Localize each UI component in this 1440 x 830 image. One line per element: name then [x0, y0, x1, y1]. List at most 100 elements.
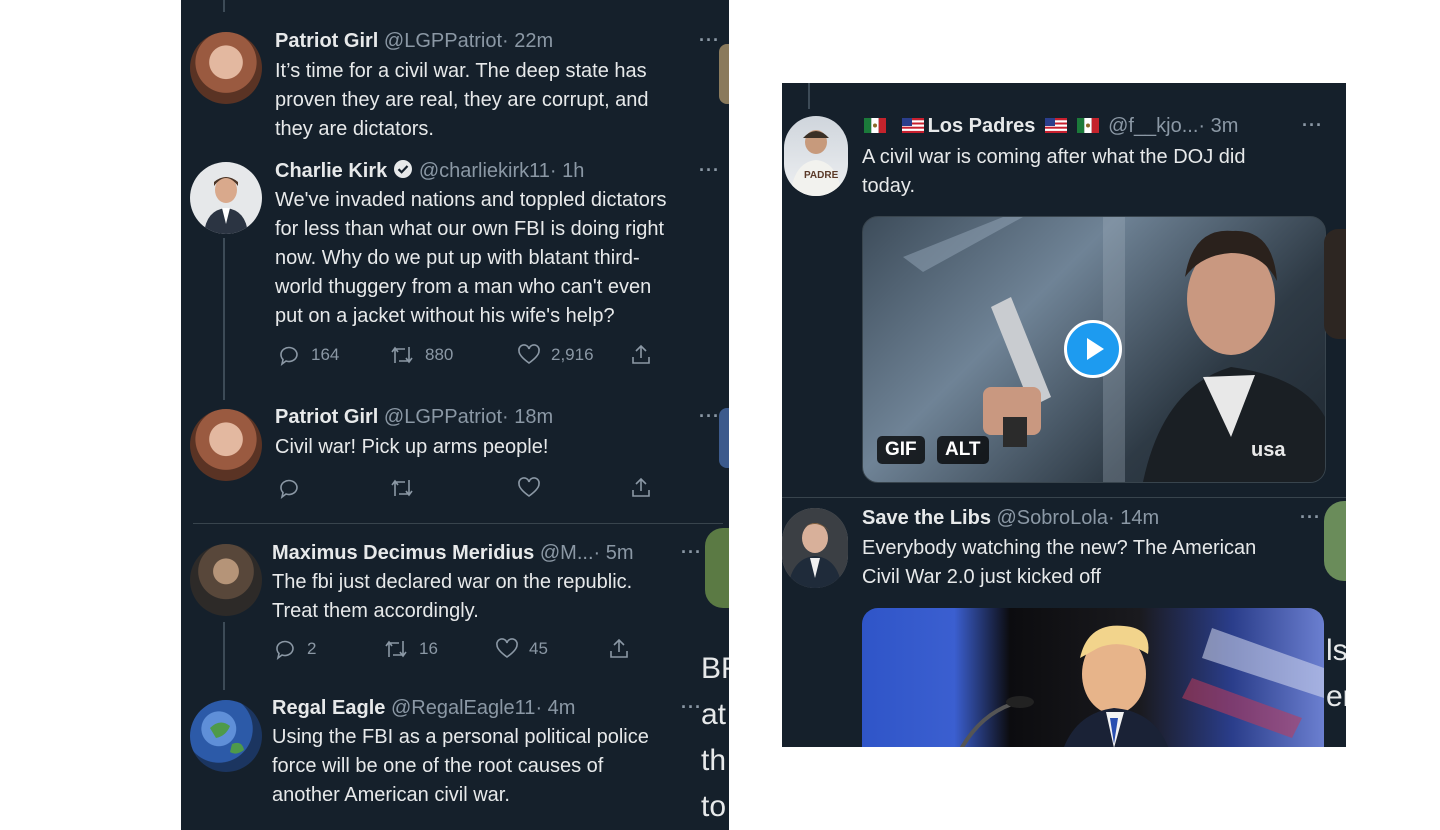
author-name[interactable]: Save the Libs: [862, 507, 991, 529]
tweet-text: The fbi just declared war on the republi…: [272, 571, 633, 622]
clipped-media: [1324, 229, 1346, 339]
tweet-actions: [277, 476, 653, 500]
author-name[interactable]: Charlie Kirk: [275, 160, 387, 182]
tweet-time[interactable]: · 18m: [502, 406, 553, 428]
more-icon[interactable]: ···: [699, 30, 720, 51]
like-icon: [496, 638, 518, 658]
tweet-header: Patriot Girl @LGPPatriot· 22m: [275, 29, 553, 53]
tweet-time[interactable]: · 22m: [502, 30, 553, 52]
author-handle[interactable]: @M...: [540, 542, 594, 564]
reply-button[interactable]: [277, 476, 389, 500]
avatar[interactable]: [190, 32, 262, 104]
retweet-icon: [391, 346, 413, 364]
avatar[interactable]: [190, 162, 262, 234]
author-handle[interactable]: @LGPPatriot: [384, 30, 502, 52]
avatar[interactable]: PADRE: [784, 116, 848, 196]
retweet-button[interactable]: [389, 476, 517, 500]
share-button[interactable]: [629, 476, 653, 500]
tweet-actions: 164 880 2,916: [277, 343, 653, 367]
retweet-icon: [391, 479, 413, 497]
retweet-button[interactable]: 16: [383, 637, 495, 661]
reply-icon: [280, 479, 298, 499]
thread-line: [808, 83, 810, 109]
clipped-avatar: [1324, 501, 1346, 581]
reply-button[interactable]: 2: [273, 637, 383, 661]
like-icon: [518, 477, 540, 497]
like-count: 45: [529, 639, 548, 658]
tweet-time[interactable]: · 4m: [535, 697, 575, 719]
tweet-header: Charlie Kirk @charliekirk11· 1h: [275, 159, 584, 185]
tweet-text: It’s time for a civil war. The deep stat…: [275, 60, 649, 140]
tweet-time[interactable]: · 14m: [1108, 507, 1159, 529]
like-button[interactable]: 2,916: [517, 343, 629, 367]
tweet-header: Maximus Decimus Meridius @M...· 5m: [272, 541, 634, 565]
tweet-header: Regal Eagle @RegalEagle11· 4m: [272, 696, 575, 720]
reply-icon: [276, 640, 294, 660]
more-icon[interactable]: ···: [681, 697, 702, 718]
verified-icon: [393, 159, 413, 185]
tweet-actions: 2 16 45: [273, 637, 631, 661]
like-button[interactable]: [517, 476, 629, 500]
share-button[interactable]: [607, 637, 631, 661]
like-icon: [518, 344, 540, 364]
author-name[interactable]: Patriot Girl: [275, 30, 378, 52]
tweet-text: Everybody watching the new? The American…: [862, 537, 1257, 588]
avatar[interactable]: [190, 700, 262, 772]
more-icon[interactable]: ···: [681, 542, 702, 563]
tweet-header: Patriot Girl @LGPPatriot· 18m: [275, 405, 553, 429]
clipped-avatar: [719, 408, 729, 468]
author-name[interactable]: Los Padres: [928, 115, 1036, 137]
author-handle[interactable]: @RegalEagle11: [391, 697, 535, 719]
play-icon[interactable]: [1064, 320, 1122, 378]
clipped-avatar: [719, 44, 729, 104]
image-media[interactable]: [862, 608, 1324, 747]
partial-text: ls er: [1326, 634, 1346, 713]
right-screenshot-panel: PADRE Los Padres @f__kjo...· 3m ··· A ci…: [782, 83, 1346, 747]
retweet-count: 16: [419, 639, 438, 658]
more-icon[interactable]: ···: [699, 160, 720, 181]
tweet-text: Civil war! Pick up arms people!: [275, 436, 549, 458]
clipped-avatar: [705, 528, 729, 608]
thread-line: [223, 622, 225, 690]
reply-button[interactable]: 164: [277, 343, 389, 367]
share-icon: [610, 638, 628, 658]
avatar[interactable]: [190, 544, 262, 616]
partial-text: BF at th to: [701, 652, 729, 823]
left-screenshot-panel: Patriot Girl @LGPPatriot· 22m ··· It’s t…: [181, 0, 729, 830]
thread-line: [223, 0, 225, 12]
more-icon[interactable]: ···: [699, 406, 720, 427]
author-handle[interactable]: @SobroLola: [997, 507, 1108, 529]
tweet-time[interactable]: · 1h: [550, 160, 584, 182]
gif-media[interactable]: GIF ALT usa: [862, 216, 1326, 483]
tweet-time[interactable]: · 5m: [594, 542, 634, 564]
author-handle[interactable]: @f__kjo...: [1108, 115, 1198, 137]
tweet-text: Using the FBI as a personal political po…: [272, 726, 649, 806]
like-button[interactable]: 45: [495, 637, 607, 661]
avatar[interactable]: [190, 409, 262, 481]
tweet-text: We've invaded nations and toppled dictat…: [275, 189, 667, 327]
alt-badge[interactable]: ALT: [937, 436, 989, 464]
author-name[interactable]: Regal Eagle: [272, 697, 385, 719]
svg-text:PADRE: PADRE: [804, 170, 839, 181]
avatar[interactable]: [782, 508, 848, 588]
tweet-text: A civil war is coming after what the DOJ…: [862, 146, 1246, 197]
like-count: 2,916: [551, 345, 594, 364]
more-icon[interactable]: ···: [1302, 115, 1323, 136]
more-icon[interactable]: ···: [1300, 507, 1321, 528]
author-handle[interactable]: @LGPPatriot: [384, 406, 502, 428]
author-name[interactable]: Patriot Girl: [275, 406, 378, 428]
reply-count: 2: [307, 639, 317, 658]
tweet-time[interactable]: · 3m: [1198, 115, 1238, 137]
author-name[interactable]: Maximus Decimus Meridius: [272, 542, 534, 564]
retweet-count: 880: [425, 345, 454, 364]
tweet-header: Los Padres @f__kjo...· 3m: [864, 114, 1238, 138]
mexico-flag-icon: [864, 118, 886, 133]
gif-badge: GIF: [877, 436, 925, 464]
reply-count: 164: [311, 345, 340, 364]
retweet-icon: [385, 640, 407, 658]
retweet-button[interactable]: 880: [389, 343, 517, 367]
author-handle[interactable]: @charliekirk11: [419, 160, 550, 182]
network-watermark: usa: [1251, 439, 1286, 461]
reply-icon: [280, 346, 298, 366]
share-button[interactable]: [629, 343, 653, 367]
